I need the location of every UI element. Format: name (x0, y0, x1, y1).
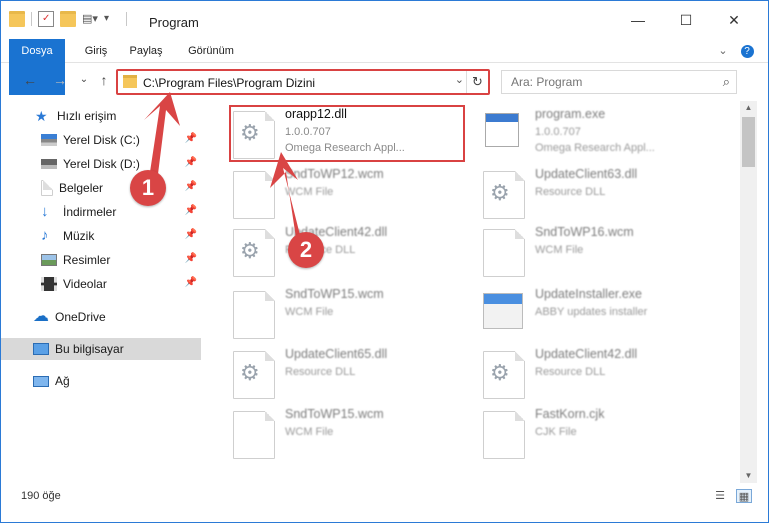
recent-locations-icon[interactable]: ⌄ (75, 71, 93, 89)
network-icon (33, 375, 49, 387)
new-folder-icon[interactable] (60, 11, 76, 27)
pin-icon[interactable]: 📌 (185, 253, 197, 264)
search-icon[interactable]: ⌕ (723, 74, 730, 90)
properties-icon[interactable]: ✓ (38, 11, 54, 27)
title-bar: ✓ ▤▾ ▾ Program — ☐ ✕ (1, 1, 768, 39)
vertical-scrollbar[interactable]: ▲ ▼ (740, 101, 757, 483)
video-icon (41, 277, 57, 291)
file-item[interactable]: SndToWP15.wcm WCM File (233, 407, 478, 463)
details-view-icon[interactable]: ☰ (712, 489, 728, 503)
address-dropdown-icon[interactable]: ⌄ (455, 73, 464, 86)
music-icon: ♪ (41, 227, 49, 244)
file-icon (483, 229, 525, 277)
highlight-box (229, 105, 465, 162)
toolbar-dropdown-icon[interactable]: ▾ (104, 11, 120, 27)
star-icon: ★ (35, 108, 48, 124)
file-item[interactable]: SndToWP16.wcm WCM File (483, 225, 728, 281)
file-icon (483, 411, 525, 459)
file-icon (233, 411, 275, 459)
sidebar-item-downloads[interactable]: ↓ İndirmeler 📌 (1, 201, 201, 223)
pin-icon[interactable]: 📌 (185, 205, 197, 216)
sidebar-item-music[interactable]: ♪ Müzik 📌 (1, 225, 201, 247)
installer-file-icon (483, 293, 523, 329)
file-item[interactable]: UpdateClient65.dll Resource DLL (233, 347, 478, 403)
dll-file-icon (233, 351, 275, 399)
file-item[interactable]: SndToWP15.wcm WCM File (233, 287, 478, 343)
sidebar-item-disk-c[interactable]: Yerel Disk (C:) 📌 (1, 129, 201, 151)
document-icon (41, 180, 53, 196)
explorer-window: ✓ ▤▾ ▾ Program — ☐ ✕ Dosya Giriş Paylaş … (0, 0, 769, 523)
navigation-pane: ★ Hızlı erişim Yerel Disk (C:) 📌 Yerel D… (1, 101, 206, 483)
minimize-button[interactable]: — (615, 1, 661, 39)
pin-icon[interactable]: 📌 (185, 277, 197, 288)
download-icon: ↓ (41, 203, 49, 220)
pin-icon[interactable]: 📌 (185, 229, 197, 240)
sidebar-item-onedrive[interactable]: ☁ OneDrive (1, 306, 201, 328)
file-item[interactable]: FastKorn.cjk CJK File (483, 407, 728, 463)
tab-view[interactable]: Görünüm (183, 39, 239, 63)
file-item[interactable]: UpdateClient42.dll Resource DLL (233, 225, 478, 281)
sidebar-item-this-pc[interactable]: Bu bilgisayar (1, 338, 201, 360)
file-item[interactable]: UpdateClient42.dll Resource DLL (483, 347, 728, 403)
file-icon (233, 171, 275, 219)
item-count: 190 öğe (21, 490, 61, 502)
folder-icon (9, 11, 25, 27)
maximize-button[interactable]: ☐ (663, 1, 709, 39)
help-icon[interactable]: ? (739, 39, 755, 63)
drive-icon (41, 159, 57, 169)
file-item[interactable]: UpdateClient63.dll Resource DLL (483, 167, 728, 223)
sidebar-item-documents[interactable]: Belgeler 📌 (1, 177, 201, 199)
status-bar: 190 öğe ☰ ▦ (1, 484, 768, 522)
file-item[interactable]: UpdateInstaller.exe ABBY updates install… (483, 287, 728, 343)
sidebar-item-quick-access[interactable]: ★ Hızlı erişim (1, 105, 201, 127)
large-icons-view-icon[interactable]: ▦ (736, 489, 752, 503)
pictures-icon (41, 254, 57, 266)
close-button[interactable]: ✕ (711, 1, 757, 39)
file-item-program-exe[interactable]: program.exe 1.0.0.707 Omega Research App… (483, 107, 728, 163)
forward-icon[interactable]: → (51, 71, 69, 89)
pin-icon[interactable]: 📌 (185, 157, 197, 168)
dll-file-icon (483, 351, 525, 399)
cloud-icon: ☁ (33, 308, 49, 325)
search-input[interactable] (502, 71, 702, 93)
scroll-down-icon[interactable]: ▼ (740, 469, 757, 483)
quick-access-toolbar: ✓ ▤▾ ▾ (9, 11, 127, 27)
annotation-marker-2: 2 (288, 232, 324, 268)
sidebar-item-pictures[interactable]: Resimler 📌 (1, 249, 201, 271)
tab-share[interactable]: Paylaş (125, 39, 167, 63)
sidebar-item-disk-d[interactable]: Yerel Disk (D:) 📌 (1, 153, 201, 175)
scroll-up-icon[interactable]: ▲ (740, 101, 757, 115)
dll-file-icon (483, 171, 525, 219)
scroll-thumb[interactable] (742, 117, 755, 167)
search-box[interactable]: ⌕ (501, 70, 737, 94)
tab-home[interactable]: Giriş (79, 39, 113, 63)
file-icon (233, 291, 275, 339)
ribbon-tabs: Dosya Giriş Paylaş Görünüm ⌄ ? (1, 39, 768, 95)
file-item[interactable]: SndToWP12.wcm WCM File (233, 167, 478, 223)
folder-icon (123, 75, 137, 88)
customize-toolbar-icon[interactable]: ▤▾ (82, 11, 98, 27)
sidebar-item-network[interactable]: Ağ (1, 370, 201, 392)
back-icon[interactable]: ← (21, 71, 39, 89)
address-path: C:\Program Files\Program Dizini (143, 76, 316, 90)
drive-icon (41, 134, 57, 146)
dll-file-icon (233, 229, 275, 277)
navigation-bar: ← → ⌄ ↑ C:\Program Files\Program Dizini … (1, 65, 768, 97)
annotation-marker-1: 1 (130, 170, 166, 206)
pin-icon[interactable]: 📌 (185, 181, 197, 192)
window-title: Program (149, 15, 199, 30)
pin-icon[interactable]: 📌 (185, 133, 197, 144)
ribbon-expand-icon[interactable]: ⌄ (715, 39, 731, 63)
up-icon[interactable]: ↑ (95, 71, 113, 89)
address-bar[interactable]: C:\Program Files\Program Dizini ⌄ ↻ (116, 69, 490, 95)
sidebar-item-videos[interactable]: Videolar 📌 (1, 273, 201, 295)
computer-icon (33, 343, 49, 355)
exe-file-icon (485, 113, 519, 147)
refresh-icon[interactable]: ↻ (466, 71, 488, 93)
